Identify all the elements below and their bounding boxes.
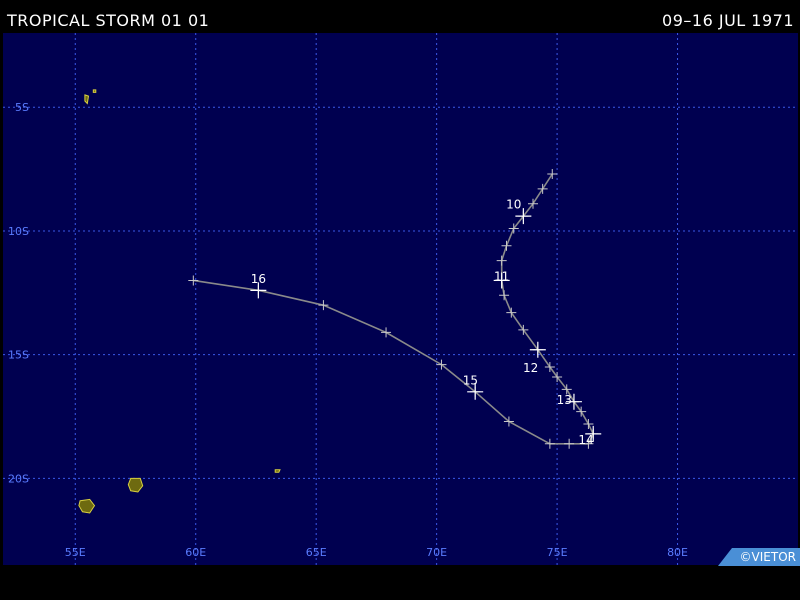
latitude-label: 15S [8,349,29,362]
day-label: 10 [506,198,521,212]
day-label: 14 [578,433,593,447]
day-label: 12 [523,361,538,375]
island [92,89,97,93]
latitude-label: 20S [8,472,29,485]
track-map: 10 11 12 13 14 15 16 55E 60E 65E 70E 75E 80E 5S 10S 15… [3,33,798,565]
map-frame: TROPICAL STORM 01 01 09–16 JUL 1971 10 11… [0,0,800,600]
longitude-label: 70E [426,546,447,559]
island [274,469,281,473]
day-label: 11 [494,269,509,283]
copyright-badge: ©VIETOR [718,548,800,566]
longitude-label: 75E [547,546,568,559]
day-label: 15 [463,373,478,387]
longitude-label: 80E [667,546,688,559]
day-label: 13 [557,393,572,407]
day-label: 16 [251,272,266,286]
latitude-label: 5S [15,101,29,114]
ocean-area [3,33,798,565]
longitude-label: 55E [65,546,86,559]
latitude-label: 10S [8,225,29,238]
island [84,94,90,105]
longitude-label: 65E [306,546,327,559]
longitude-label: 60E [185,546,206,559]
